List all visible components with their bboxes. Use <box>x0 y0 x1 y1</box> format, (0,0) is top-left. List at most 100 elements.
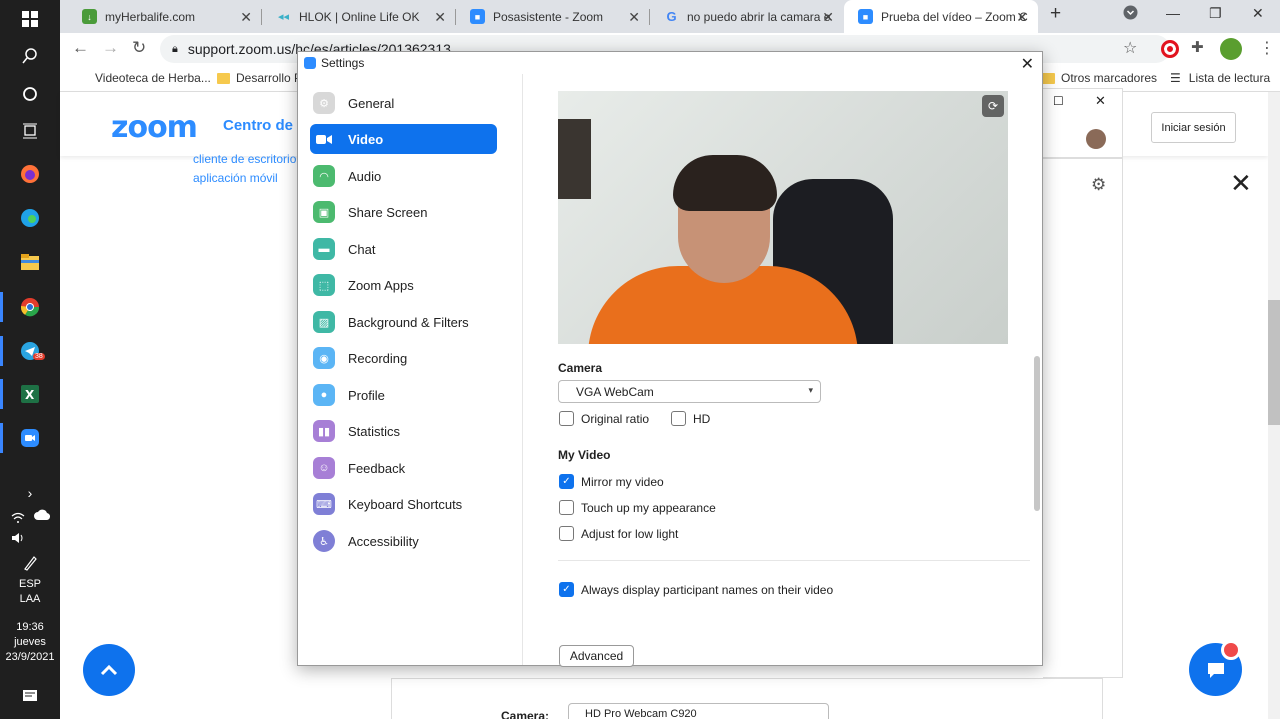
windows-start-icon[interactable] <box>15 4 45 34</box>
task-view-icon[interactable] <box>15 116 45 146</box>
sidebar-item-statistics[interactable]: ▮▮ Statistics <box>310 416 497 446</box>
signin-button[interactable]: Iniciar sesión <box>1151 112 1236 143</box>
bottom-camera-label: Camera: <box>501 709 550 719</box>
bookmark-otros[interactable]: Otros marcadores <box>1042 71 1157 85</box>
touch-up-checkbox[interactable]: Touch up my appearance <box>559 500 716 515</box>
sidebar-item-share-screen[interactable]: ▣ Share Screen <box>310 197 497 227</box>
search-icon[interactable] <box>15 41 45 71</box>
language-indicator[interactable]: ESP LAA <box>0 577 60 607</box>
zoom-window-header: ☐ ✕ <box>1043 88 1123 158</box>
lock-icon: 🔒︎ <box>172 42 178 55</box>
close-tab-icon[interactable]: ✕ <box>434 9 446 26</box>
camera-select[interactable]: VGA WebCam ▾ <box>558 380 821 403</box>
sidebar-item-video[interactable]: Video <box>310 124 497 154</box>
tab-hlok[interactable]: ◂◂ HLOK | Online Life OK ✕ <box>262 0 456 33</box>
zoom-favicon-icon: ■ <box>858 9 873 24</box>
zoom-taskbar-icon[interactable] <box>15 423 45 453</box>
extensions-icon[interactable]: ✚ <box>1191 38 1204 56</box>
close-icon[interactable]: ✕ <box>1095 93 1106 109</box>
zoom-favicon-icon: ■ <box>470 9 485 24</box>
telegram-icon[interactable]: 38 <box>15 336 45 366</box>
bookmark-lista-lectura[interactable]: ☰ Lista de lectura <box>1170 71 1270 85</box>
menu-icon[interactable]: ⋮ <box>1259 38 1275 58</box>
help-center-title[interactable]: Centro de a <box>223 117 306 134</box>
keyboard-icon: ⌨ <box>313 493 335 515</box>
folder-icon <box>1042 72 1055 84</box>
sidebar-item-profile[interactable]: ● Profile <box>310 380 497 410</box>
original-ratio-checkbox[interactable]: Original ratio <box>559 411 649 426</box>
cloud-upload-icon[interactable] <box>32 500 52 530</box>
cortana-icon[interactable] <box>15 79 45 109</box>
edge-icon[interactable] <box>15 203 45 233</box>
taskbar: 38 X › ESP LAA 19:36 jueves 23/9/2021 <box>0 0 60 719</box>
excel-icon[interactable]: X <box>15 379 45 409</box>
profile-icon: ● <box>313 384 335 406</box>
bookmark-videoteca[interactable]: Videoteca de Herba... <box>95 71 211 85</box>
file-explorer-icon[interactable] <box>15 247 45 277</box>
scroll-to-top-button[interactable] <box>83 644 135 696</box>
desktop-client-link[interactable]: cliente de escritorio <box>193 152 296 166</box>
sidebar-item-background-filters[interactable]: ▨ Background & Filters <box>310 307 497 337</box>
back-icon[interactable]: ← <box>72 38 89 58</box>
sidebar-item-accessibility[interactable]: ♿︎ Accessibility <box>310 526 497 556</box>
zoom-logo[interactable]: zoom <box>111 110 198 145</box>
sidebar-item-feedback[interactable]: ☺ Feedback <box>310 453 497 483</box>
reload-icon[interactable]: ↻ <box>132 38 146 58</box>
new-tab-icon[interactable]: + <box>1050 3 1061 25</box>
firefox-icon[interactable] <box>15 159 45 189</box>
sidebar-item-keyboard-shortcuts[interactable]: ⌨ Keyboard Shortcuts <box>310 489 497 519</box>
record-icon: ◉ <box>313 347 335 369</box>
chrome-icon[interactable] <box>15 292 45 322</box>
display-names-checkbox[interactable]: ✓ Always display participant names on th… <box>559 582 833 597</box>
close-window-icon[interactable]: ✕ <box>1252 5 1264 22</box>
chat-icon: ▬ <box>313 238 335 260</box>
tab-google-search[interactable]: G no puedo abrir la camara e ✕ <box>650 0 844 33</box>
bottom-camera-select[interactable]: HD Pro Webcam C920 <box>568 703 829 719</box>
feedback-smile-icon: ☺ <box>313 457 335 479</box>
close-tab-icon[interactable]: ✕ <box>822 9 834 26</box>
tab-prueba-video[interactable]: ■ Prueba del vídeo – Zoom C ✕ <box>844 0 1038 33</box>
sidebar-item-chat[interactable]: ▬ Chat <box>310 234 497 264</box>
rotate-camera-icon[interactable]: ⟳ <box>982 95 1004 117</box>
sidebar-item-zoom-apps[interactable]: ⬚ Zoom Apps <box>310 270 497 300</box>
forward-icon[interactable]: → <box>102 38 119 58</box>
avatar[interactable] <box>1086 129 1106 149</box>
content-scrollbar[interactable] <box>1034 356 1040 511</box>
hd-checkbox[interactable]: HD <box>671 411 710 426</box>
mobile-app-link[interactable]: aplicación móvil <box>193 171 278 185</box>
statistics-icon: ▮▮ <box>313 420 335 442</box>
tab-myherbalife[interactable]: ↓ myHerbalife.com ✕ <box>68 0 262 33</box>
tab-strip: ↓ myHerbalife.com ✕ ◂◂ HLOK | Online Lif… <box>60 0 1280 33</box>
restore-icon[interactable]: ❐ <box>1209 5 1222 22</box>
reading-list-icon: ☰ <box>1170 71 1181 85</box>
gear-icon[interactable]: ⚙ <box>1091 175 1106 195</box>
bookmark-desarrollo[interactable]: Desarrollo P <box>217 71 302 85</box>
close-tab-icon[interactable]: ✕ <box>628 9 640 26</box>
pen-icon[interactable] <box>15 548 45 578</box>
herbalife-icon: ↓ <box>82 9 97 24</box>
profile-avatar[interactable] <box>1220 38 1242 60</box>
bookmark-star-icon[interactable]: ☆ <box>1123 38 1137 58</box>
close-icon[interactable]: ✕ <box>1021 54 1034 74</box>
hlok-icon: ◂◂ <box>277 11 290 23</box>
maximize-icon[interactable]: ☐ <box>1053 94 1064 108</box>
advanced-button[interactable]: Advanced <box>559 645 634 667</box>
headphones-icon: ◠ <box>313 165 335 187</box>
accessibility-icon: ♿︎ <box>313 530 335 552</box>
clock[interactable]: 19:36 jueves 23/9/2021 <box>0 620 60 665</box>
tab-search-icon[interactable] <box>1123 5 1138 23</box>
tab-posasistente[interactable]: ■ Posasistente - Zoom ✕ <box>456 0 650 33</box>
mirror-video-checkbox[interactable]: ✓ Mirror my video <box>559 474 664 489</box>
low-light-checkbox[interactable]: Adjust for low light <box>559 526 678 541</box>
sidebar-item-audio[interactable]: ◠ Audio <box>310 161 497 191</box>
close-icon[interactable]: ✕ <box>1230 168 1252 199</box>
opera-icon[interactable] <box>1161 40 1179 58</box>
close-tab-icon[interactable]: ✕ <box>1016 9 1028 26</box>
minimize-icon[interactable]: — <box>1166 5 1180 21</box>
sidebar-item-recording[interactable]: ◉ Recording <box>310 343 497 373</box>
video-settings-panel: ⟳ Camera VGA WebCam ▾ Original ratio HD … <box>524 74 1042 667</box>
page-scroll-thumb[interactable] <box>1268 300 1280 425</box>
notifications-icon[interactable] <box>15 681 45 711</box>
sidebar-item-general[interactable]: ⚙ General <box>310 88 497 118</box>
close-tab-icon[interactable]: ✕ <box>240 9 252 26</box>
